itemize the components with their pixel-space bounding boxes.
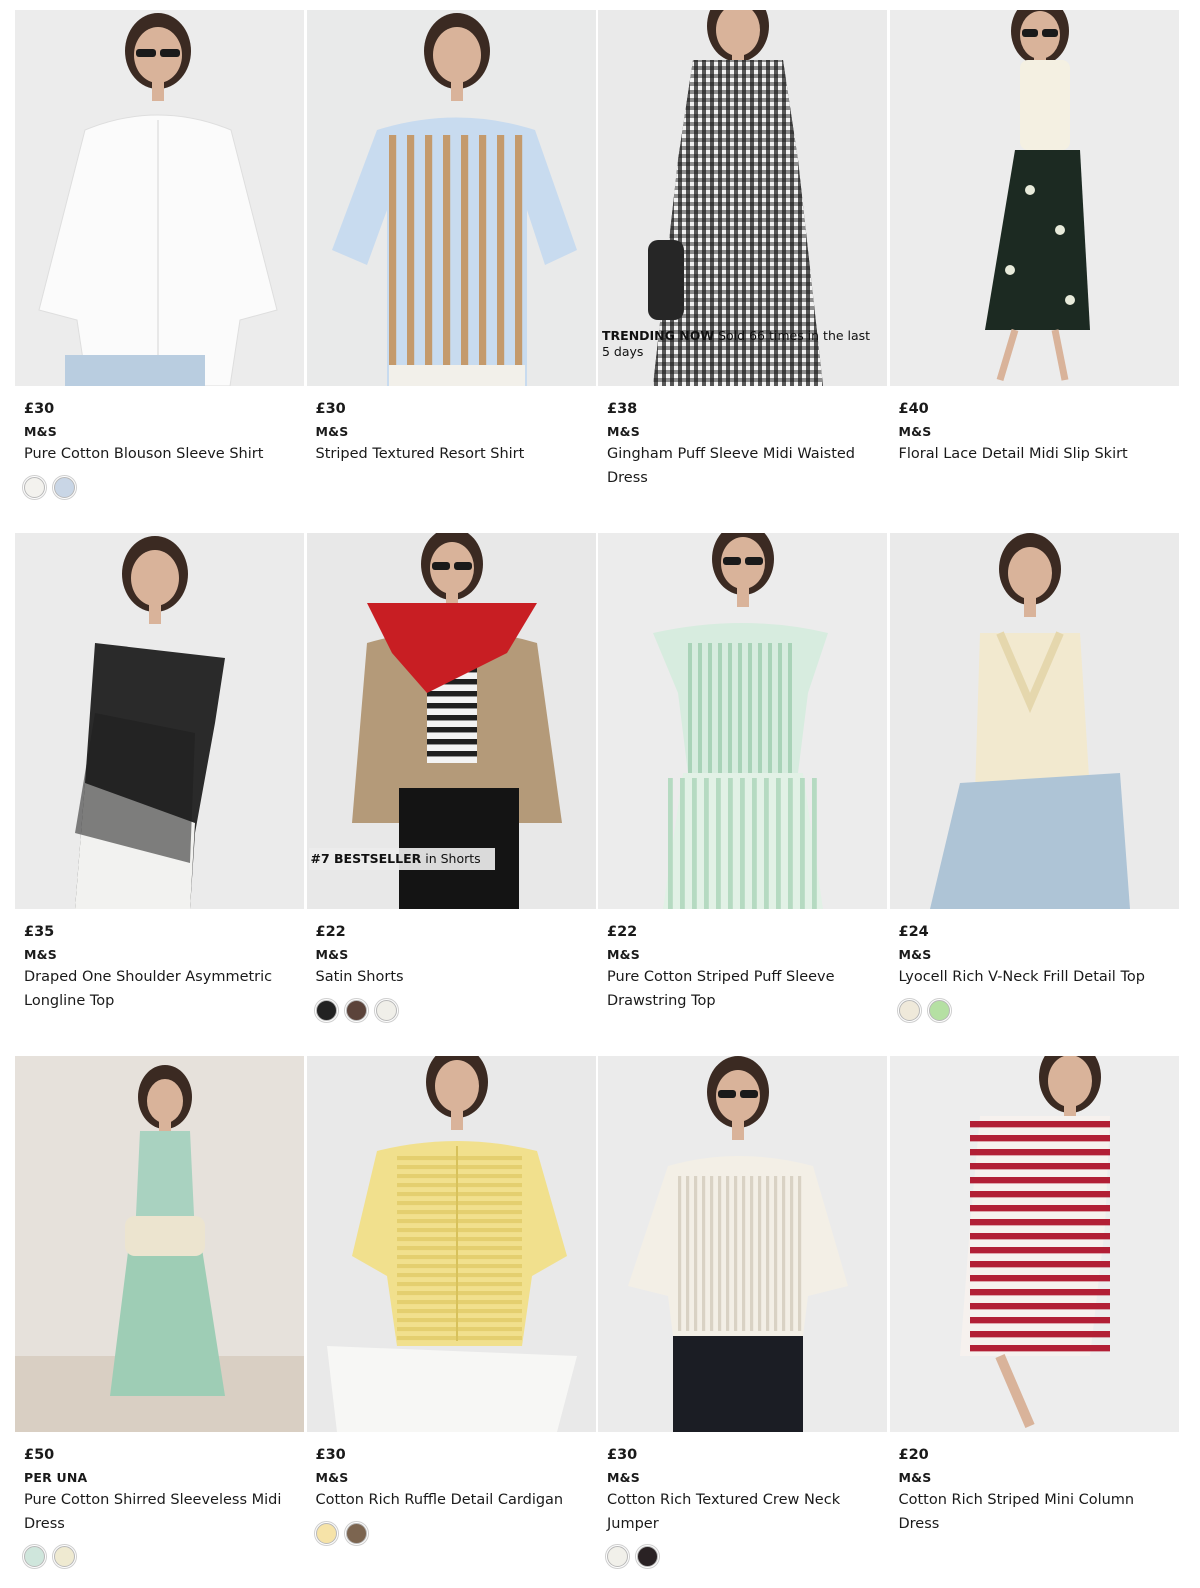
product-image[interactable]: TRENDING NOW Sold 66 times in the last 5…: [598, 10, 887, 386]
product-info: £30 M&S Pure Cotton Blouson Sleeve Shirt: [15, 386, 304, 500]
colour-swatch[interactable]: [52, 1544, 77, 1569]
product-brand: M&S: [315, 424, 349, 439]
trending-badge: TRENDING NOW Sold 66 times in the last 5…: [600, 328, 878, 360]
product-image[interactable]: [15, 10, 304, 386]
product-image[interactable]: [598, 1056, 887, 1432]
product-card[interactable]: £20 M&S Cotton Rich Striped Mini Column Dr…: [889, 1056, 1179, 1579]
product-info: £40 M&S Floral Lace Detail Midi Slip Skirt: [890, 386, 1179, 467]
colour-swatches: [313, 997, 587, 1023]
product-card[interactable]: £30 M&S Cotton Rich Ruffle Detail Cardigan: [306, 1056, 596, 1579]
colour-swatch[interactable]: [313, 1520, 339, 1546]
product-card[interactable]: £35 M&S Draped One Shoulder Asymmetric Lon…: [15, 533, 304, 1056]
badge-title: TRENDING NOW: [602, 328, 715, 343]
colour-swatch[interactable]: [896, 997, 922, 1023]
product-image[interactable]: [889, 10, 1179, 386]
colour-swatch[interactable]: [343, 1520, 369, 1546]
product-info: £30 M&S Cotton Rich Ruffle Detail Cardigan: [307, 1432, 596, 1546]
product-name-link[interactable]: Pure Cotton Shirred Sleeveless Midi Dres…: [24, 1489, 294, 1536]
bestseller-badge: #7 BESTSELLER in Shorts: [308, 848, 495, 870]
product-info: £24 M&S Lyocell Rich V-Neck Frill Detail T…: [890, 909, 1179, 1023]
product-brand: M&S: [24, 424, 57, 439]
colour-swatch[interactable]: [926, 997, 952, 1023]
product-brand: M&S: [607, 1470, 640, 1485]
colour-swatches: [896, 997, 1170, 1023]
colour-swatch[interactable]: [605, 1544, 630, 1569]
product-image[interactable]: [15, 533, 304, 909]
product-card[interactable]: £22 M&S Pure Cotton Striped Puff Sleeve Dr…: [598, 533, 887, 1056]
product-grid: £30 M&S Pure Cotton Blouson Sleeve Shirt £3…: [15, 10, 1180, 1579]
product-info: £50 PER UNA Pure Cotton Shirred Sleeveless…: [15, 1432, 304, 1569]
product-info: £22 M&S Pure Cotton Striped Puff Sleeve Dr…: [598, 909, 887, 1013]
product-name-link[interactable]: Cotton Rich Striped Mini Column Dress: [899, 1489, 1169, 1536]
colour-swatch[interactable]: [52, 474, 77, 500]
product-name-link[interactable]: Pure Cotton Striped Puff Sleeve Drawstri…: [607, 966, 877, 1013]
product-card[interactable]: £30 M&S Cotton Rich Textured Crew Neck Jum…: [598, 1056, 887, 1579]
product-info: £22 M&S Satin Shorts: [307, 909, 596, 1023]
colour-swatch[interactable]: [635, 1544, 660, 1569]
product-image[interactable]: [15, 1056, 304, 1432]
product-name-link[interactable]: Gingham Puff Sleeve Midi Waisted Dress: [607, 443, 877, 490]
badge-text: in Shorts: [421, 851, 481, 866]
product-price: £24: [898, 924, 929, 940]
product-card[interactable]: £24 M&S Lyocell Rich V-Neck Frill Detail T…: [889, 533, 1179, 1056]
product-price: £30: [315, 1447, 346, 1463]
colour-swatch[interactable]: [22, 474, 47, 500]
product-image[interactable]: [889, 533, 1179, 909]
product-price: £22: [315, 924, 346, 940]
product-brand: M&S: [898, 947, 932, 962]
product-brand: M&S: [607, 947, 640, 962]
product-name-link[interactable]: Floral Lace Detail Midi Slip Skirt: [899, 443, 1169, 467]
product-name-link[interactable]: Pure Cotton Blouson Sleeve Shirt: [24, 443, 294, 467]
product-price: £30: [607, 1447, 638, 1463]
product-card[interactable]: £40 M&S Floral Lace Detail Midi Slip Skirt: [889, 10, 1179, 533]
colour-swatch[interactable]: [343, 997, 369, 1023]
colour-swatches: [313, 1520, 587, 1546]
product-image[interactable]: #7 BESTSELLER in Shorts: [306, 533, 596, 909]
product-card[interactable]: £30 M&S Striped Textured Resort Shirt: [306, 10, 596, 533]
colour-swatch[interactable]: [373, 997, 399, 1023]
product-brand: M&S: [898, 1470, 932, 1485]
product-image[interactable]: [306, 10, 596, 386]
product-image[interactable]: [889, 1056, 1179, 1432]
product-price: £35: [24, 924, 55, 940]
product-brand: PER UNA: [24, 1470, 88, 1485]
colour-swatches: [22, 474, 295, 500]
product-brand: M&S: [607, 424, 640, 439]
product-name-link[interactable]: Striped Textured Resort Shirt: [316, 443, 586, 467]
product-card[interactable]: £30 M&S Pure Cotton Blouson Sleeve Shirt: [15, 10, 304, 533]
product-price: £40: [898, 401, 929, 417]
colour-swatches: [22, 1544, 295, 1569]
product-name-link[interactable]: Satin Shorts: [316, 966, 586, 990]
product-price: £50: [24, 1447, 55, 1463]
colour-swatch[interactable]: [22, 1544, 47, 1569]
product-price: £30: [24, 401, 55, 417]
product-name-link[interactable]: Draped One Shoulder Asymmetric Longline …: [24, 966, 294, 1013]
product-info: £30 M&S Striped Textured Resort Shirt: [307, 386, 596, 467]
product-card[interactable]: TRENDING NOW Sold 66 times in the last 5…: [598, 10, 887, 533]
colour-swatch[interactable]: [313, 997, 339, 1023]
product-info: £20 M&S Cotton Rich Striped Mini Column Dr…: [890, 1432, 1179, 1536]
badge-title: #7 BESTSELLER: [310, 851, 422, 866]
product-image[interactable]: [306, 1056, 596, 1432]
product-price: £22: [607, 924, 638, 940]
product-brand: M&S: [315, 947, 349, 962]
product-info: £30 M&S Cotton Rich Textured Crew Neck Jum…: [598, 1432, 887, 1569]
product-name-link[interactable]: Lyocell Rich V-Neck Frill Detail Top: [899, 966, 1169, 990]
product-price: £30: [315, 401, 346, 417]
product-image[interactable]: [598, 533, 887, 909]
product-name-link[interactable]: Cotton Rich Textured Crew Neck Jumper: [607, 1489, 877, 1536]
product-brand: M&S: [24, 947, 57, 962]
product-name-link[interactable]: Cotton Rich Ruffle Detail Cardigan: [316, 1489, 586, 1513]
product-brand: M&S: [898, 424, 932, 439]
colour-swatches: [605, 1544, 878, 1569]
product-info: £35 M&S Draped One Shoulder Asymmetric Lon…: [15, 909, 304, 1013]
product-card[interactable]: £50 PER UNA Pure Cotton Shirred Sleeveless…: [15, 1056, 304, 1579]
product-brand: M&S: [315, 1470, 349, 1485]
product-price: £38: [607, 401, 638, 417]
product-info: £38 M&S Gingham Puff Sleeve Midi Waisted D…: [598, 386, 887, 490]
product-price: £20: [898, 1447, 929, 1463]
product-card[interactable]: #7 BESTSELLER in Shorts £22 M&S Satin Short…: [306, 533, 596, 1056]
